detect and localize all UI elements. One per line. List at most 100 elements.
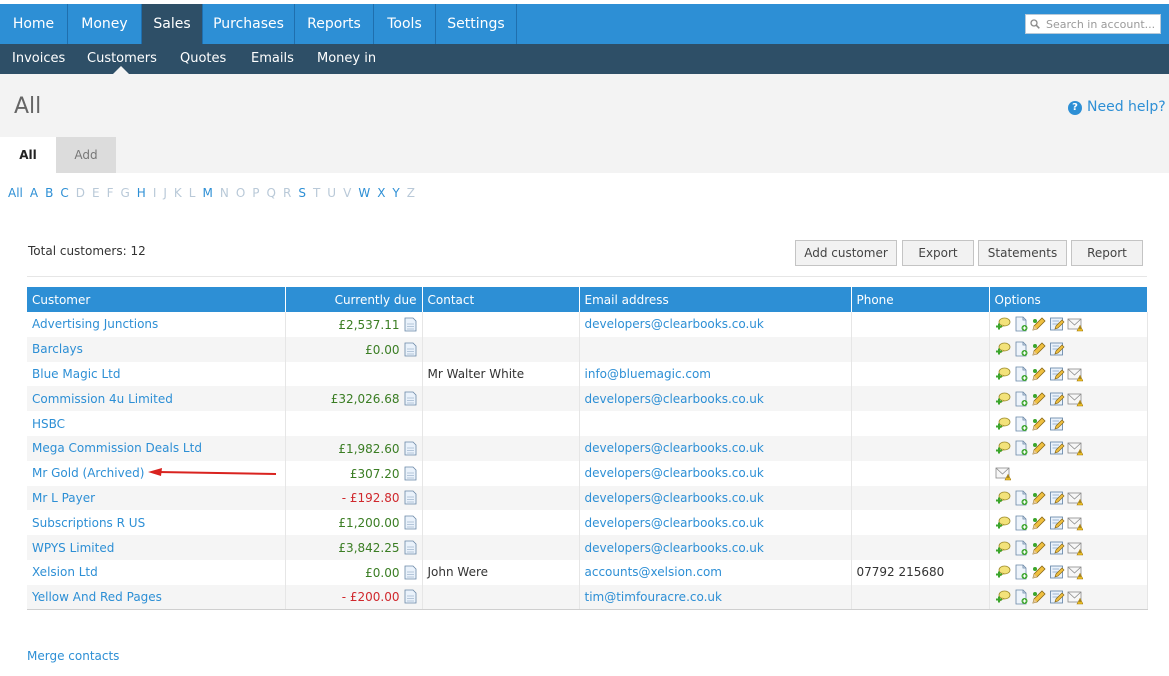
- statement-document-icon[interactable]: [404, 342, 417, 357]
- merge-contacts-link[interactable]: Merge contacts: [27, 649, 119, 663]
- customer-name-link[interactable]: Subscriptions R US: [32, 516, 145, 530]
- alpha-filter-m[interactable]: M: [202, 186, 212, 200]
- tab-purchases[interactable]: Purchases: [203, 4, 295, 44]
- new-document-icon[interactable]: [1013, 515, 1029, 531]
- statement-document-icon[interactable]: [404, 391, 417, 406]
- email-warning-icon[interactable]: [1067, 316, 1083, 332]
- add-note-icon[interactable]: [995, 416, 1011, 432]
- add-note-icon[interactable]: [995, 490, 1011, 506]
- alpha-filter-s[interactable]: S: [298, 186, 306, 200]
- tab-settings[interactable]: Settings: [436, 4, 517, 44]
- tab-money[interactable]: Money: [68, 4, 142, 44]
- customer-name-link[interactable]: Mr Gold (Archived): [32, 466, 144, 480]
- statement-document-icon[interactable]: [404, 515, 417, 530]
- edit-pencil-icon[interactable]: [1031, 391, 1047, 407]
- email-warning-icon[interactable]: [1067, 589, 1083, 605]
- edit-form-icon[interactable]: [1049, 589, 1065, 605]
- edit-pencil-icon[interactable]: [1031, 515, 1047, 531]
- new-document-icon[interactable]: [1013, 341, 1029, 357]
- tab-sales[interactable]: Sales: [142, 4, 203, 44]
- email-link[interactable]: developers@clearbooks.co.uk: [585, 392, 764, 406]
- col-phone-header[interactable]: Phone: [851, 287, 990, 312]
- new-document-icon[interactable]: [1013, 589, 1029, 605]
- email-link[interactable]: developers@clearbooks.co.uk: [585, 317, 764, 331]
- customer-name-link[interactable]: Commission 4u Limited: [32, 392, 173, 406]
- edit-pencil-icon[interactable]: [1031, 366, 1047, 382]
- alpha-filter-y[interactable]: Y: [392, 186, 399, 200]
- email-link[interactable]: developers@clearbooks.co.uk: [585, 516, 764, 530]
- new-document-icon[interactable]: [1013, 366, 1029, 382]
- col-due-header[interactable]: Currently due: [285, 287, 423, 312]
- edit-pencil-icon[interactable]: [1031, 341, 1047, 357]
- statement-document-icon[interactable]: [404, 540, 417, 555]
- edit-form-icon[interactable]: [1049, 540, 1065, 556]
- add-customer-button[interactable]: Add customer: [795, 240, 897, 266]
- email-link[interactable]: tim@timfouracre.co.uk: [585, 590, 722, 604]
- alpha-filter-h[interactable]: H: [137, 186, 146, 200]
- email-warning-icon[interactable]: [1067, 540, 1083, 556]
- edit-form-icon[interactable]: [1049, 391, 1065, 407]
- statements-button[interactable]: Statements: [978, 240, 1067, 266]
- add-note-icon[interactable]: [995, 391, 1011, 407]
- alpha-filter-x[interactable]: X: [377, 186, 385, 200]
- subtab-emails[interactable]: Emails: [251, 44, 294, 74]
- edit-pencil-icon[interactable]: [1031, 316, 1047, 332]
- email-link[interactable]: developers@clearbooks.co.uk: [585, 491, 764, 505]
- alpha-filter-all[interactable]: All: [8, 186, 23, 200]
- edit-form-icon[interactable]: [1049, 490, 1065, 506]
- col-customer-header[interactable]: Customer: [27, 287, 286, 312]
- subtab-quotes[interactable]: Quotes: [180, 44, 226, 74]
- customer-name-link[interactable]: HSBC: [32, 417, 65, 431]
- statement-document-icon[interactable]: [404, 565, 417, 580]
- col-contact-header[interactable]: Contact: [422, 287, 580, 312]
- new-document-icon[interactable]: [1013, 540, 1029, 556]
- email-link[interactable]: developers@clearbooks.co.uk: [585, 441, 764, 455]
- statement-document-icon[interactable]: [404, 490, 417, 505]
- report-button[interactable]: Report: [1071, 240, 1143, 266]
- add-note-icon[interactable]: [995, 440, 1011, 456]
- subtab-money-in[interactable]: Money in: [317, 44, 376, 74]
- alpha-filter-c[interactable]: C: [60, 186, 68, 200]
- edit-pencil-icon[interactable]: [1031, 440, 1047, 456]
- add-note-icon[interactable]: [995, 540, 1011, 556]
- customer-name-link[interactable]: Blue Magic Ltd: [32, 367, 120, 381]
- add-note-icon[interactable]: [995, 564, 1011, 580]
- email-link[interactable]: developers@clearbooks.co.uk: [585, 541, 764, 555]
- edit-pencil-icon[interactable]: [1031, 589, 1047, 605]
- export-button[interactable]: Export: [902, 240, 974, 266]
- add-note-icon[interactable]: [995, 589, 1011, 605]
- customer-name-link[interactable]: Xelsion Ltd: [32, 565, 98, 579]
- add-note-icon[interactable]: [995, 341, 1011, 357]
- edit-pencil-icon[interactable]: [1031, 416, 1047, 432]
- edit-pencil-icon[interactable]: [1031, 490, 1047, 506]
- statement-document-icon[interactable]: [404, 466, 417, 481]
- statement-document-icon[interactable]: [404, 441, 417, 456]
- edit-form-icon[interactable]: [1049, 341, 1065, 357]
- add-note-icon[interactable]: [995, 366, 1011, 382]
- need-help-link[interactable]: ? Need help?: [1068, 99, 1166, 115]
- search-input[interactable]: [1046, 16, 1158, 32]
- email-warning-icon[interactable]: [1067, 564, 1083, 580]
- add-note-icon[interactable]: [995, 316, 1011, 332]
- email-link[interactable]: developers@clearbooks.co.uk: [585, 466, 764, 480]
- customer-name-link[interactable]: Yellow And Red Pages: [32, 590, 162, 604]
- edit-form-icon[interactable]: [1049, 515, 1065, 531]
- edit-pencil-icon[interactable]: [1031, 540, 1047, 556]
- email-warning-icon[interactable]: [1067, 490, 1083, 506]
- email-warning-icon[interactable]: [1067, 366, 1083, 382]
- tab-add[interactable]: Add: [56, 137, 116, 173]
- new-document-icon[interactable]: [1013, 391, 1029, 407]
- alpha-filter-b[interactable]: B: [45, 186, 53, 200]
- tab-home[interactable]: Home: [0, 4, 68, 44]
- new-document-icon[interactable]: [1013, 416, 1029, 432]
- alpha-filter-a[interactable]: A: [30, 186, 38, 200]
- customer-name-link[interactable]: Barclays: [32, 342, 83, 356]
- add-note-icon[interactable]: [995, 515, 1011, 531]
- edit-form-icon[interactable]: [1049, 416, 1065, 432]
- edit-form-icon[interactable]: [1049, 316, 1065, 332]
- subtab-invoices[interactable]: Invoices: [12, 44, 65, 74]
- email-link[interactable]: info@bluemagic.com: [585, 367, 711, 381]
- customer-name-link[interactable]: WPYS Limited: [32, 541, 114, 555]
- new-document-icon[interactable]: [1013, 440, 1029, 456]
- edit-form-icon[interactable]: [1049, 564, 1065, 580]
